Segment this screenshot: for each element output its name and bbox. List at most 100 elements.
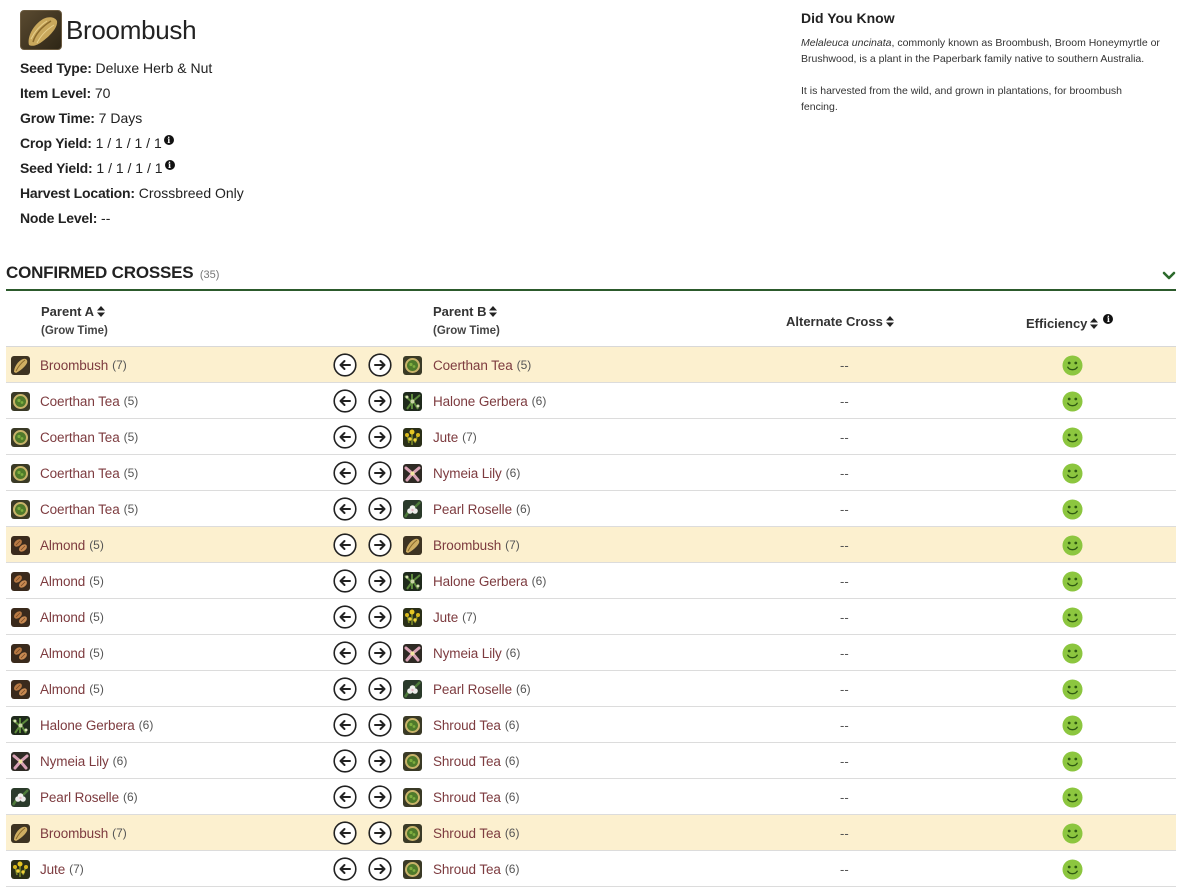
table-row: Coerthan Tea (5) Halone Gerbera (6) -- bbox=[6, 383, 1176, 419]
swap-right-button[interactable] bbox=[368, 527, 392, 563]
info-icon[interactable]: i bbox=[164, 160, 175, 170]
parent-b-grow-time: (6) bbox=[516, 502, 531, 516]
parent-b-link[interactable]: Nymeia Lily bbox=[433, 646, 502, 661]
alternate-cross-cell: -- bbox=[840, 707, 849, 743]
swap-left-button[interactable] bbox=[333, 383, 357, 419]
parent-b-link[interactable]: Coerthan Tea bbox=[433, 358, 513, 373]
efficiency-cell bbox=[1062, 671, 1083, 707]
parent-b-grow-time: (6) bbox=[505, 466, 521, 480]
sort-icon[interactable] bbox=[96, 306, 105, 317]
parent-b-cell: Halone Gerbera (6) bbox=[403, 563, 546, 599]
parent-a-link[interactable]: Almond bbox=[40, 610, 85, 625]
swap-right-button[interactable] bbox=[368, 851, 392, 887]
parent-a-link[interactable]: Coerthan Tea bbox=[40, 502, 120, 517]
parent-b-link[interactable]: Jute bbox=[433, 430, 458, 445]
parent-a-link[interactable]: Halone Gerbera bbox=[40, 718, 135, 733]
swap-left-button[interactable] bbox=[333, 635, 357, 671]
parent-b-link[interactable]: Nymeia Lily bbox=[433, 466, 502, 481]
swap-left-button[interactable] bbox=[333, 779, 357, 815]
arrow-right-icon bbox=[368, 821, 392, 845]
arrow-left-icon bbox=[333, 605, 357, 629]
swap-right-button[interactable] bbox=[368, 635, 392, 671]
table-row: Coerthan Tea (5) Pearl Roselle (6) -- bbox=[6, 491, 1176, 527]
swap-right-button[interactable] bbox=[368, 347, 392, 383]
prop-grow-time: Grow Time: 7 Days bbox=[20, 110, 143, 126]
table-row: Halone Gerbera (6) Shroud Tea (6) -- bbox=[6, 707, 1176, 743]
swap-left-button[interactable] bbox=[333, 563, 357, 599]
table-header: Parent A (Grow Time) Parent B (Grow Time… bbox=[6, 293, 1176, 347]
swap-left-button[interactable] bbox=[333, 851, 357, 887]
info-icon[interactable]: i bbox=[163, 135, 174, 145]
parent-a-link[interactable]: Pearl Roselle bbox=[40, 790, 119, 805]
swap-right-button[interactable] bbox=[368, 491, 392, 527]
parent-a-link[interactable]: Almond bbox=[40, 538, 85, 553]
sort-icon[interactable] bbox=[885, 316, 894, 327]
info-icon[interactable]: i bbox=[1103, 314, 1114, 324]
parent-a-grow-time: (5) bbox=[89, 646, 104, 660]
parent-b-link[interactable]: Pearl Roselle bbox=[433, 502, 512, 517]
parent-b-link[interactable]: Shroud Tea bbox=[433, 718, 501, 733]
parent-a-link[interactable]: Broombush bbox=[40, 826, 108, 841]
parent-b-link[interactable]: Shroud Tea bbox=[433, 790, 501, 805]
parent-b-link[interactable]: Shroud Tea bbox=[433, 826, 501, 841]
smiley-face-icon bbox=[1062, 427, 1083, 448]
swap-right-button[interactable] bbox=[368, 779, 392, 815]
table-row: Coerthan Tea (5) Nymeia Lily (6) -- bbox=[6, 455, 1176, 491]
parent-a-link[interactable]: Broombush bbox=[40, 358, 108, 373]
parent-b-link[interactable]: Shroud Tea bbox=[433, 754, 501, 769]
swap-left-button[interactable] bbox=[333, 707, 357, 743]
swap-left-button[interactable] bbox=[333, 743, 357, 779]
alternate-cross-value: -- bbox=[840, 465, 849, 481]
parent-b-link[interactable]: Broombush bbox=[433, 538, 501, 553]
smiley-face-icon bbox=[1062, 391, 1083, 412]
swap-left-button[interactable] bbox=[333, 491, 357, 527]
parent-a-link[interactable]: Almond bbox=[40, 574, 85, 589]
parent-a-link[interactable]: Almond bbox=[40, 646, 85, 661]
arrow-right-icon bbox=[368, 461, 392, 485]
parent-b-link[interactable]: Halone Gerbera bbox=[433, 394, 528, 409]
swap-left-button[interactable] bbox=[333, 455, 357, 491]
col-parent-b[interactable]: Parent B (Grow Time) bbox=[433, 304, 500, 337]
col-alternate-cross[interactable]: Alternate Cross bbox=[786, 314, 894, 329]
prop-node-level: Node Level: -- bbox=[20, 210, 111, 226]
chevron-down-icon[interactable] bbox=[1162, 269, 1176, 283]
parent-a-link[interactable]: Coerthan Tea bbox=[40, 430, 120, 445]
swap-right-button[interactable] bbox=[368, 455, 392, 491]
swap-right-button[interactable] bbox=[368, 419, 392, 455]
parent-a-link[interactable]: Nymeia Lily bbox=[40, 754, 109, 769]
swap-left-button[interactable] bbox=[333, 599, 357, 635]
alternate-cross-value: -- bbox=[840, 825, 849, 841]
col-parent-a[interactable]: Parent A (Grow Time) bbox=[41, 304, 108, 337]
alternate-cross-cell: -- bbox=[840, 815, 849, 851]
swap-right-button[interactable] bbox=[368, 671, 392, 707]
parent-a-link[interactable]: Coerthan Tea bbox=[40, 394, 120, 409]
parent-a-link[interactable]: Jute bbox=[40, 862, 65, 877]
sort-icon[interactable] bbox=[1090, 318, 1099, 329]
col-efficiency[interactable]: Efficiency i bbox=[1026, 314, 1114, 331]
swap-right-button[interactable] bbox=[368, 599, 392, 635]
swap-left-button[interactable] bbox=[333, 527, 357, 563]
tea-icon bbox=[11, 391, 30, 411]
tea-icon bbox=[403, 355, 422, 375]
parent-b-link[interactable]: Halone Gerbera bbox=[433, 574, 528, 589]
swap-right-button[interactable] bbox=[368, 383, 392, 419]
swap-right-button[interactable] bbox=[368, 743, 392, 779]
parent-a-link[interactable]: Coerthan Tea bbox=[40, 466, 120, 481]
swap-left-button[interactable] bbox=[333, 671, 357, 707]
table-row: Jute (7) Shroud Tea (6) -- bbox=[6, 851, 1176, 887]
swap-right-button[interactable] bbox=[368, 563, 392, 599]
smiley-face-icon bbox=[1062, 355, 1083, 376]
swap-left-button[interactable] bbox=[333, 815, 357, 851]
almond-icon bbox=[11, 571, 30, 591]
parent-b-link[interactable]: Jute bbox=[433, 610, 458, 625]
swap-left-button[interactable] bbox=[333, 419, 357, 455]
parent-a-link[interactable]: Almond bbox=[40, 682, 85, 697]
parent-a-cell: Coerthan Tea (5) bbox=[11, 383, 138, 419]
swap-right-button[interactable] bbox=[368, 707, 392, 743]
arrow-left-icon bbox=[333, 569, 357, 593]
parent-b-link[interactable]: Pearl Roselle bbox=[433, 682, 512, 697]
parent-b-link[interactable]: Shroud Tea bbox=[433, 862, 501, 877]
sort-icon[interactable] bbox=[489, 306, 498, 317]
swap-right-button[interactable] bbox=[368, 815, 392, 851]
swap-left-button[interactable] bbox=[333, 347, 357, 383]
